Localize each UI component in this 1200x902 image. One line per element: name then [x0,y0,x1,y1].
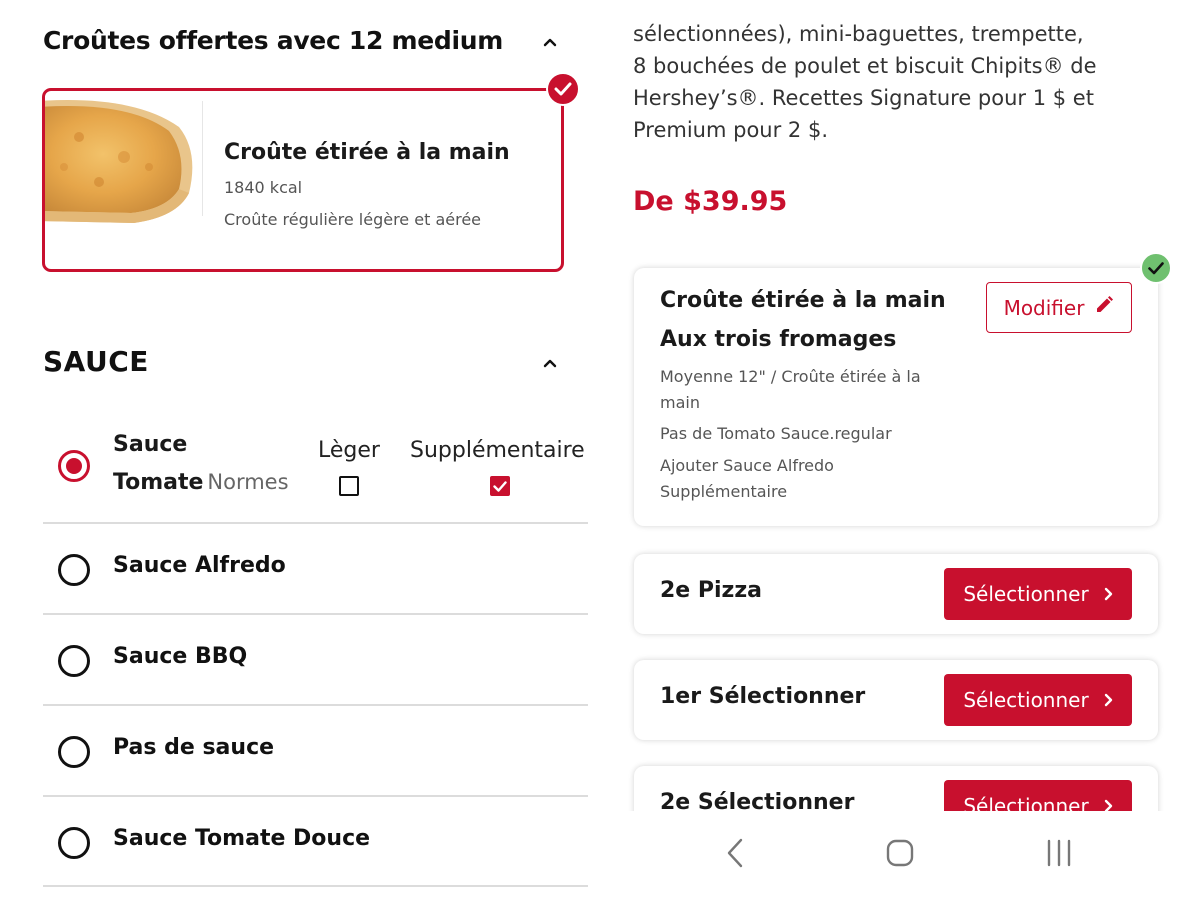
sauce-amount-normal: Normes [207,470,289,494]
radio-button[interactable] [58,736,90,768]
pizza-1-size: Moyenne 12" / Croûte étirée à la main [660,367,921,412]
sauce-name: Sauce Alfredo [113,553,286,578]
extra-option-label: Supplémentaire [410,438,585,463]
crust-kcal: 1840 kcal [224,178,303,197]
pizza-1-summary-card: Croûte étirée à la main Aux trois fromag… [634,268,1158,526]
sauce-name-text: Tomate [113,470,204,495]
radio-selected[interactable] [58,450,90,482]
system-navigation-bar [620,812,1200,902]
back-icon[interactable] [724,838,748,872]
left-column: Croûtes offertes avec 12 medium Croûte é… [0,0,610,902]
recent-apps-icon[interactable] [1045,838,1073,872]
divider [202,101,203,216]
sauce-name-line1: Sauce [113,432,188,457]
sauce-option[interactable]: Sauce Tomate Douce [43,797,588,887]
sauce-option-tomato[interactable]: Sauce Tomate Normes Lèger Supplémentaire [43,420,588,524]
deal-item-card: 2e Pizza Sélectionner [634,554,1158,634]
select-button[interactable]: Sélectionner [944,674,1132,726]
extra-checkbox[interactable] [490,476,510,496]
crust-section-title: Croûtes offertes avec 12 medium [43,26,503,55]
radio-button[interactable] [58,645,90,677]
right-column: sélectionnées), mini-baguettes, trempett… [610,0,1200,902]
completed-check-icon [1140,252,1172,284]
pizza-1-sauce-added: Ajouter Sauce Alfredo Supplémentaire [660,456,834,501]
light-checkbox[interactable] [339,476,359,496]
collapse-chevron-icon[interactable] [543,35,557,49]
sauce-option[interactable]: Sauce Alfredo [43,524,588,615]
sauce-name: Pas de sauce [113,735,275,760]
sauce-section-title: SAUCE [43,345,149,378]
radio-button[interactable] [58,554,90,586]
select-button[interactable]: Sélectionner [944,568,1132,620]
chevron-right-icon [1103,688,1113,712]
sauce-option[interactable]: Sauce BBQ [43,615,588,706]
crust-description: Croûte régulière légère et aérée [224,210,481,229]
sauce-name: Sauce Tomate Douce [113,826,371,851]
home-icon[interactable] [885,838,915,872]
sauce-name-line2: Tomate Normes [113,470,289,495]
pizza-1-crust: Croûte étirée à la main [660,288,946,313]
sauce-option[interactable]: Pas de sauce [43,706,588,797]
deal-item-title: 2e Pizza [660,578,763,603]
light-option-label: Lèger [318,438,380,463]
pizza-crust-image [45,97,234,227]
radio-button[interactable] [58,827,90,859]
price: De $39.95 [633,186,788,217]
deal-item-title: 1er Sélectionner [660,684,866,709]
select-button-label: Sélectionner [963,688,1089,712]
pizza-1-sauce-removed: Pas de Tomato Sauce.regular [660,424,892,443]
modify-button-label: Modifier [1003,295,1085,320]
deal-item-card: 1er Sélectionner Sélectionner [634,660,1158,740]
selected-check-icon [546,72,580,106]
collapse-chevron-icon[interactable] [543,356,557,370]
chevron-right-icon [1103,582,1113,606]
pizza-1-recipe: Aux trois fromages [660,327,897,352]
sauce-name: Sauce BBQ [113,644,248,669]
modify-button[interactable]: Modifier [986,282,1132,333]
crust-name: Croûte étirée à la main [224,140,510,165]
crust-option-card[interactable]: Croûte étirée à la main 1840 kcal Croûte… [42,88,564,272]
deal-description: sélectionnées), mini-baguettes, trempett… [633,22,1097,142]
select-button-label: Sélectionner [963,582,1089,606]
pencil-icon [1094,295,1114,320]
